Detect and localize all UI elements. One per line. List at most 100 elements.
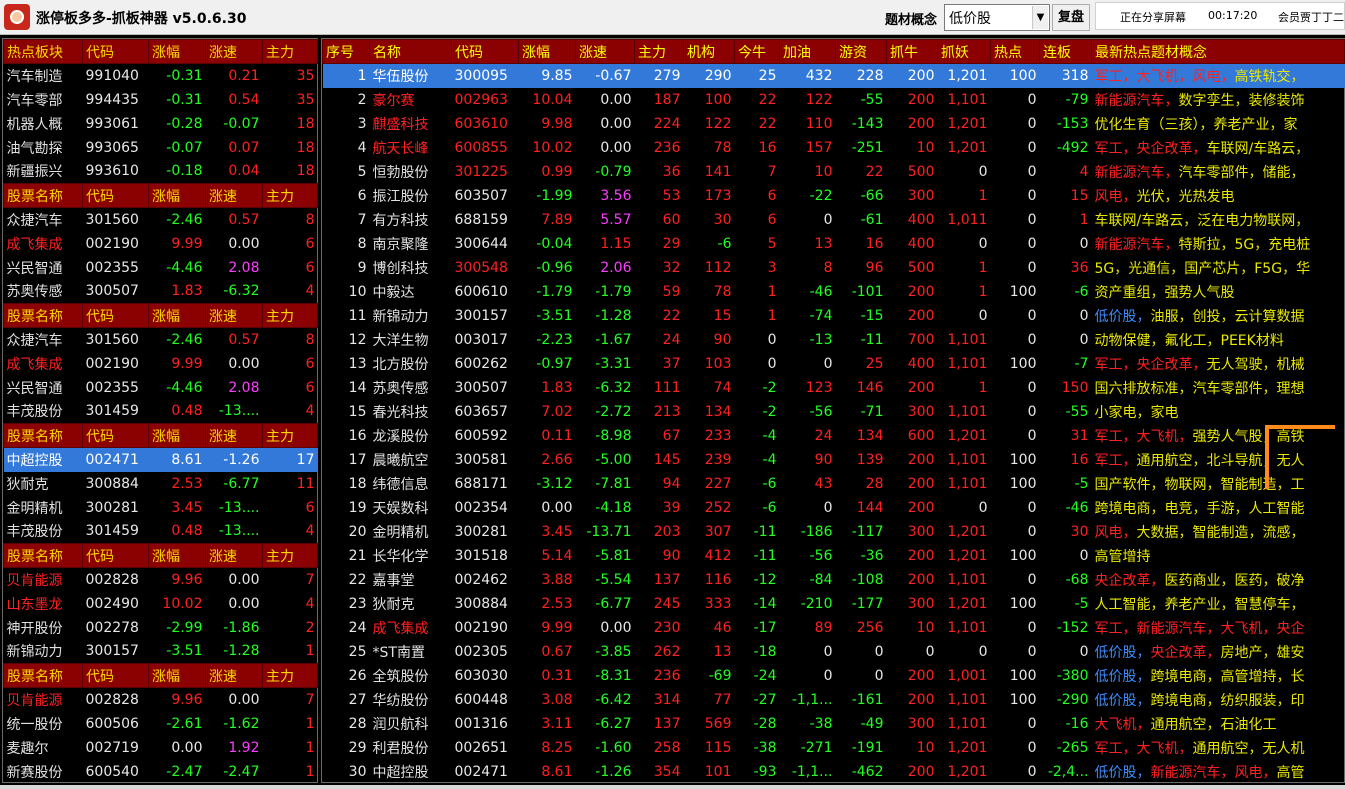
left-column-header[interactable]: 涨幅	[148, 423, 206, 448]
main-table-row[interactable]: 27 华纺股份 600448 3.08 -6.42 314 77 -27 -1,1... -161…	[323, 688, 1345, 712]
main-table-row[interactable]: 20 金明精机 300281 3.45 -13.71 203 307 -11 -186 -117 3…	[323, 520, 1345, 544]
main-column-header[interactable]: 涨幅	[518, 39, 576, 64]
main-column-header[interactable]: 涨速	[575, 39, 635, 64]
left-table-row[interactable]: 麦趣尔 002719 0.00 1.92 1	[4, 736, 318, 760]
left-table-row[interactable]: 新疆振兴 993610 -0.18 0.04 18	[4, 160, 318, 184]
main-table-row[interactable]: 2 豪尔赛 002963 10.04 0.00 187 100 22 122 -55 200 1,10…	[323, 88, 1345, 112]
chevron-down-icon[interactable]: ▼	[1032, 6, 1048, 29]
left-table-row[interactable]: 新赛股份 600540 -2.47 -2.47 1	[4, 760, 318, 784]
concept-dropdown[interactable]: 低价股 ▼	[944, 4, 1050, 31]
main-table-row[interactable]: 12 大洋生物 003017 -2.23 -1.67 24 90 0 -13 -11 700 1,10…	[323, 328, 1345, 352]
replay-button[interactable]: 复盘	[1052, 4, 1090, 31]
left-column-header[interactable]: 主力	[262, 39, 318, 64]
left-table-row[interactable]: 贝肯能源 002828 9.96 0.00 7	[4, 568, 318, 592]
main-table-row[interactable]: 11 新锦动力 300157 -3.51 -1.28 22 15 1 -74 -15 200 0 0 0 低…	[323, 304, 1345, 328]
main-column-header[interactable]: 主力	[634, 39, 684, 64]
main-table-row[interactable]: 6 振江股份 603507 -1.99 3.56 53 173 6 -22 -66 300 1 0 15 风…	[323, 184, 1345, 208]
left-column-header[interactable]: 涨幅	[148, 303, 206, 328]
main-table-row[interactable]: 13 北方股份 600262 -0.97 -3.31 37 103 0 0 25 400 1,101 1…	[323, 352, 1345, 376]
left-column-header[interactable]: 涨速	[205, 543, 263, 568]
main-column-header[interactable]: 序号	[322, 39, 370, 64]
main-column-header[interactable]: 加油	[779, 39, 836, 64]
left-column-header[interactable]: 主力	[262, 423, 318, 448]
main-column-header[interactable]: 热点	[990, 39, 1040, 64]
left-column-header[interactable]: 主力	[262, 303, 318, 328]
main-column-header[interactable]: 机构	[683, 39, 735, 64]
main-table-row[interactable]: 17 晨曦航空 300581 2.66 -5.00 145 239 -4 90 139 200 1,1…	[323, 448, 1345, 472]
left-table-row[interactable]: 金明精机 300281 3.45 -13.... 6	[4, 496, 318, 520]
left-table-row[interactable]: 狄耐克 300884 2.53 -6.77 11	[4, 472, 318, 496]
left-column-header[interactable]: 代码	[82, 663, 149, 688]
left-column-header[interactable]: 主力	[262, 663, 318, 688]
main-table-row[interactable]: 23 狄耐克 300884 2.53 -6.77 245 333 -14 -210 -177 300…	[323, 592, 1345, 616]
main-table-row[interactable]: 24 成飞集成 002190 9.99 0.00 230 46 -17 89 256 10 1,101…	[323, 616, 1345, 640]
main-column-header[interactable]: 游资	[835, 39, 887, 64]
left-column-header[interactable]: 涨幅	[148, 543, 206, 568]
main-table-row[interactable]: 22 嘉事堂 002462 3.88 -5.54 137 116 -12 -84 -108 200 1…	[323, 568, 1345, 592]
main-table-row[interactable]: 10 中毅达 600610 -1.79 -1.79 59 78 1 -46 -101 200 1 100…	[323, 280, 1345, 304]
left-column-header[interactable]: 股票名称	[3, 423, 83, 448]
main-table-row[interactable]: 5 恒勃股份 301225 0.99 -0.79 36 141 7 10 22 500 0 0 4 新能源汽…	[323, 160, 1345, 184]
left-table-row[interactable]: 众捷汽车 301560 -2.46 0.57 8	[4, 328, 318, 352]
main-table-row[interactable]: 25 *ST南置 002305 0.67 -3.85 262 13 -18 0 0 0 0 0 0 低价股，…	[323, 640, 1345, 664]
main-table-row[interactable]: 29 利君股份 002651 8.25 -1.60 258 115 -38 -271 -191 10…	[323, 736, 1345, 760]
main-table-row[interactable]: 9 博创科技 300548 -0.96 2.06 32 112 3 8 96 500 1 0 36 5G，光…	[323, 256, 1345, 280]
left-column-header[interactable]: 股票名称	[3, 303, 83, 328]
main-table-row[interactable]: 18 纬德信息 688171 -3.12 -7.81 94 227 -6 43 28 200 1,10…	[323, 472, 1345, 496]
main-table-row[interactable]: 15 春光科技 603657 7.02 -2.72 213 134 -2 -56 -71 300 1,…	[323, 400, 1345, 424]
main-table-row[interactable]: 1 华伍股份 300095 9.85 -0.67 279 290 25 432 228 200 1,2…	[322, 63, 1345, 88]
main-column-header[interactable]: 代码	[451, 39, 519, 64]
left-column-header[interactable]: 热点板块	[3, 39, 83, 64]
left-table-row[interactable]: 兴民智通 002355 -4.46 2.08 6	[4, 256, 318, 280]
left-table-row[interactable]: 统一股份 600506 -2.61 -1.62 1	[4, 712, 318, 736]
left-column-header[interactable]: 代码	[82, 303, 149, 328]
left-table-row[interactable]: 中超控股 002471 8.61 -1.26 17	[3, 447, 318, 472]
left-table-row[interactable]: 兴民智通 002355 -4.46 2.08 6	[4, 376, 318, 400]
left-table-row[interactable]: 山东墨龙 002490 10.02 0.00 4	[4, 592, 318, 616]
left-table-row[interactable]: 成飞集成 002190 9.99 0.00 6	[4, 352, 318, 376]
main-column-header[interactable]: 今牛	[734, 39, 780, 64]
left-column-header[interactable]: 主力	[262, 543, 318, 568]
left-table-row[interactable]: 汽车零部 994435 -0.31 0.54 35	[4, 88, 318, 112]
left-column-header[interactable]: 股票名称	[3, 663, 83, 688]
main-table-row[interactable]: 4 航天长峰 600855 10.02 0.00 236 78 16 157 -251 10 1,20…	[323, 136, 1345, 160]
left-column-header[interactable]: 股票名称	[3, 183, 83, 208]
left-table-row[interactable]: 丰茂股份 301459 0.48 -13.... 4	[4, 400, 318, 424]
left-table-row[interactable]: 新锦动力 300157 -3.51 -1.28 1	[4, 640, 318, 664]
left-column-header[interactable]: 涨速	[205, 183, 263, 208]
main-table-row[interactable]: 8 南京聚隆 300644 -0.04 1.15 29 -6 5 13 16 400 0 0 0 新能源汽车…	[323, 232, 1345, 256]
left-column-header[interactable]: 股票名称	[3, 543, 83, 568]
main-column-header[interactable]: 最新热点题材概念	[1091, 39, 1345, 64]
main-table-row[interactable]: 14 苏奥传感 300507 1.83 -6.32 111 74 -2 123 146 200 1 0 1…	[323, 376, 1345, 400]
main-column-header[interactable]: 名称	[369, 39, 452, 64]
main-table-row[interactable]: 28 润贝航科 001316 3.11 -6.27 137 569 -28 -38 -49 300 1…	[323, 712, 1345, 736]
left-table-row[interactable]: 成飞集成 002190 9.99 0.00 6	[4, 232, 318, 256]
main-table-row[interactable]: 3 麒盛科技 603610 9.98 0.00 224 122 22 110 -143 200 1,2…	[323, 112, 1345, 136]
left-column-header[interactable]: 主力	[262, 183, 318, 208]
main-column-header[interactable]: 连板	[1039, 39, 1092, 64]
left-column-header[interactable]: 涨速	[205, 39, 263, 64]
left-column-header[interactable]: 涨速	[205, 663, 263, 688]
left-table-row[interactable]: 汽车制造 991040 -0.31 0.21 35	[4, 64, 318, 88]
main-table-row[interactable]: 26 全筑股份 603030 0.31 -8.31 236 -69 -24 0 0 200 1,001…	[323, 664, 1345, 688]
main-table-row[interactable]: 30 中超控股 002471 8.61 -1.26 354 101 -93 -1,1... -46…	[323, 760, 1345, 784]
left-column-header[interactable]: 涨幅	[148, 663, 206, 688]
left-column-header[interactable]: 代码	[82, 183, 149, 208]
main-column-header[interactable]: 抓妖	[937, 39, 991, 64]
left-column-header[interactable]: 涨速	[205, 423, 263, 448]
main-table-row[interactable]: 16 龙溪股份 600592 0.11 -8.98 67 233 -4 24 134 600 1,20…	[323, 424, 1345, 448]
left-column-header[interactable]: 代码	[82, 39, 149, 64]
left-table-row[interactable]: 油气勘探 993065 -0.07 0.07 18	[4, 136, 318, 160]
left-table-row[interactable]: 苏奥传感 300507 1.83 -6.32 4	[4, 280, 318, 304]
left-column-header[interactable]: 涨幅	[148, 183, 206, 208]
main-column-header[interactable]: 抓牛	[886, 39, 938, 64]
left-column-header[interactable]: 涨幅	[148, 39, 206, 64]
main-table-row[interactable]: 21 长华化学 301518 5.14 -5.81 90 412 -11 -56 -36 200 1,…	[323, 544, 1345, 568]
left-table-row[interactable]: 贝肯能源 002828 9.96 0.00 7	[4, 688, 318, 712]
left-table-row[interactable]: 机器人概 993061 -0.28 -0.07 18	[4, 112, 318, 136]
left-table-row[interactable]: 众捷汽车 301560 -2.46 0.57 8	[4, 208, 318, 232]
left-column-header[interactable]: 代码	[82, 423, 149, 448]
left-table-row[interactable]: 神开股份 002278 -2.99 -1.86 2	[4, 616, 318, 640]
left-table-row[interactable]: 丰茂股份 301459 0.48 -13.... 4	[4, 520, 318, 544]
main-table-row[interactable]: 7 有方科技 688159 7.89 5.57 60 30 6 0 -61 400 1,011 0 1 车联…	[323, 208, 1345, 232]
